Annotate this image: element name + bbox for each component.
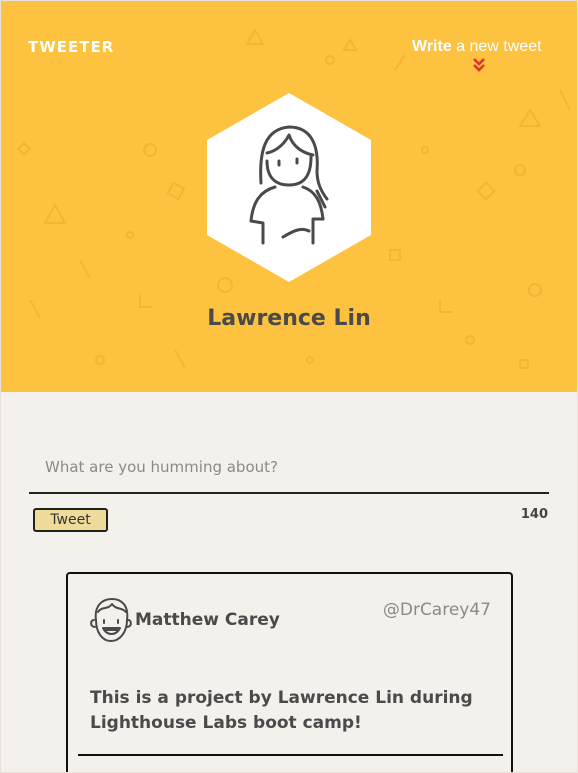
profile-header: TWEETER Write a new tweet Lawrence Lin [0, 0, 578, 392]
tweet-compose-input[interactable] [29, 434, 549, 494]
tweet-content: This is a project by Lawrence Lin during… [90, 688, 473, 733]
tweet-author-name: Matthew Carey [135, 610, 280, 630]
tweet-card: Matthew Carey @DrCarey47 This is a proje… [66, 572, 513, 773]
profile-name: Lawrence Lin [207, 306, 371, 331]
user-avatar-icon [207, 93, 371, 282]
compose-link-strong: Write [412, 38, 452, 55]
user-avatar-icon [90, 598, 132, 642]
compose-toggle-link[interactable]: Write a new tweet [412, 38, 542, 56]
tweet-author-handle: @DrCarey47 [382, 600, 491, 620]
compose-link-text: a new tweet [451, 38, 542, 55]
chevron-double-down-icon[interactable] [471, 57, 487, 73]
tweet-submit-button[interactable]: Tweet [33, 508, 108, 532]
brand-logo[interactable]: TWEETER [28, 38, 114, 56]
tweet-divider [78, 754, 503, 756]
character-counter: 140 [520, 507, 548, 522]
